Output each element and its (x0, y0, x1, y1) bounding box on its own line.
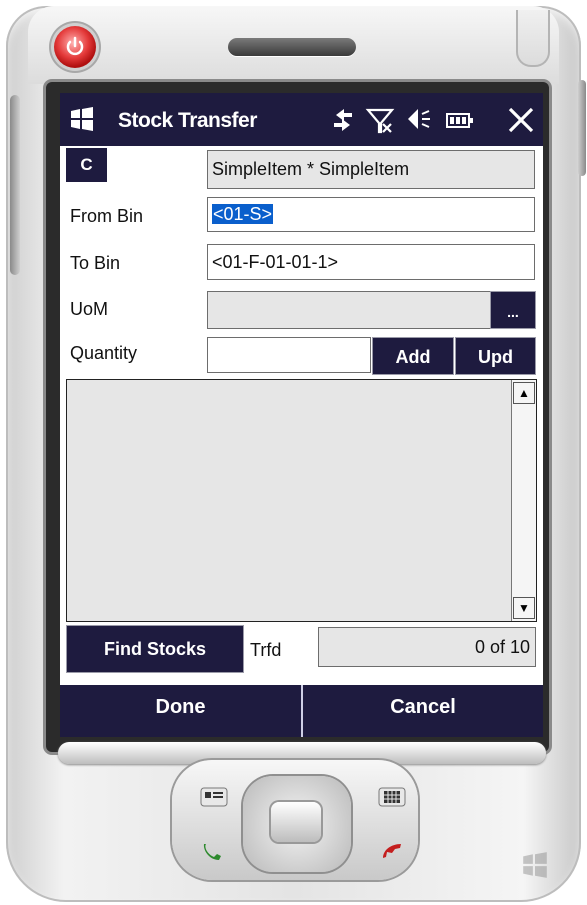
side-button-right[interactable] (578, 80, 586, 176)
dpad-center-button[interactable] (271, 802, 321, 842)
windows-logo-icon (523, 852, 547, 878)
softkey-divider (301, 685, 303, 737)
call-icon[interactable] (197, 838, 231, 864)
add-button[interactable]: Add (372, 337, 454, 375)
page-title: Stock Transfer (118, 109, 257, 132)
close-icon[interactable] (506, 105, 536, 135)
transfer-list[interactable]: ▲ ▼ (66, 379, 537, 622)
title-bar: Stock Transfer (60, 93, 543, 146)
no-signal-icon[interactable] (365, 105, 395, 135)
speaker-grille (228, 38, 356, 56)
done-button[interactable]: Done (60, 685, 301, 737)
calendar-icon[interactable] (375, 784, 409, 810)
windows-start-icon[interactable] (68, 107, 96, 131)
scroll-up-icon[interactable]: ▲ (513, 382, 535, 404)
stylus-slot (516, 10, 550, 67)
from-bin-input[interactable]: <01-S> (207, 197, 535, 232)
end-call-icon[interactable] (375, 838, 409, 864)
quantity-input[interactable] (207, 337, 371, 373)
uom-label: UoM (70, 299, 109, 319)
from-bin-label: From Bin (70, 206, 144, 226)
find-stocks-button[interactable]: Find Stocks (66, 625, 244, 673)
battery-icon[interactable] (444, 105, 474, 135)
uom-field[interactable] (207, 291, 491, 329)
trfd-label: Trfd (250, 640, 282, 660)
screen: Stock Transfer C SimpleItem * SimpleItem… (60, 93, 543, 737)
to-bin-label: To Bin (70, 253, 121, 273)
contacts-icon[interactable] (197, 784, 231, 810)
from-bin-value: <01-S> (212, 204, 274, 224)
to-bin-input[interactable]: <01-F-01-01-1> (207, 244, 535, 280)
uom-browse-button[interactable]: ... (490, 291, 536, 329)
quantity-label: Quantity (70, 343, 138, 363)
scrollbar[interactable]: ▲ ▼ (511, 380, 536, 621)
c-button[interactable]: C (66, 148, 107, 182)
upd-button[interactable]: Upd (455, 337, 536, 375)
data-connection-icon[interactable] (328, 105, 358, 135)
trfd-value: 0 of 10 (318, 627, 536, 667)
power-icon[interactable] (54, 26, 96, 68)
volume-icon[interactable] (402, 105, 432, 135)
side-button-left[interactable] (10, 95, 20, 275)
item-field: SimpleItem * SimpleItem (207, 150, 535, 189)
cancel-button[interactable]: Cancel (303, 685, 543, 737)
scroll-down-icon[interactable]: ▼ (513, 597, 535, 619)
